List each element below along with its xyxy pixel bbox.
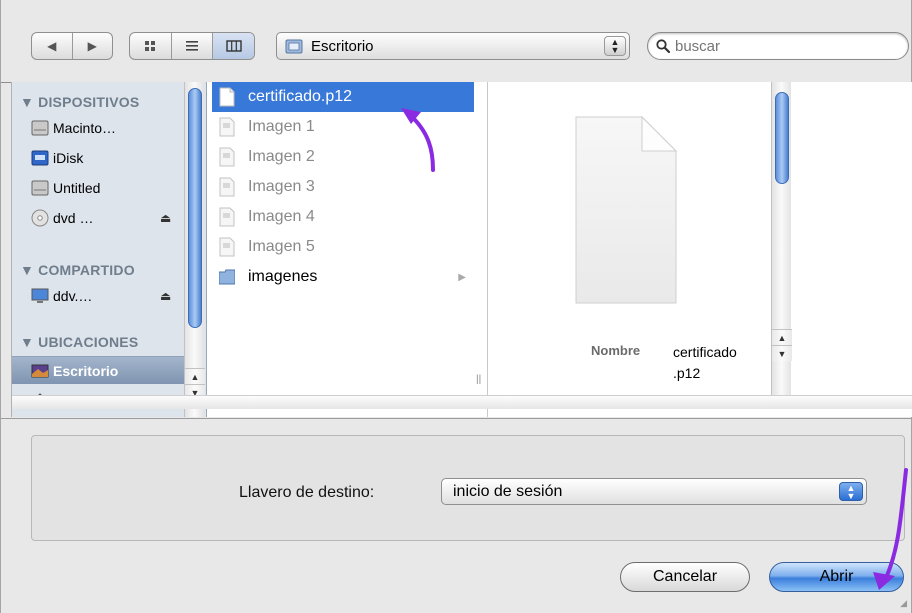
back-arrow-icon: ◀ <box>47 39 57 53</box>
file-item-imagen-1: Imagen 1 <box>212 112 474 142</box>
toolbar: ◀ ▶ Escritorio ▲ ▼ buscar <box>1 0 912 82</box>
file-column: certificado.p12 Imagen 1 Imagen 2 Imagen… <box>208 82 488 417</box>
file-item-imagen-4: Imagen 4 <box>212 202 474 232</box>
keychain-selected-value: inicio de sesión <box>453 482 563 500</box>
file-item-imagen-5: Imagen 5 <box>212 232 474 262</box>
view-mode-control <box>129 32 255 60</box>
open-dialog-window: ◀ ▶ Escritorio ▲ ▼ buscar ▼ DISPOSITIVOS… <box>0 0 912 613</box>
sidebar-item-dvd[interactable]: dvd … ⏏ <box>12 204 184 232</box>
file-item-imagenes-folder[interactable]: imagenes ▶ <box>212 262 474 292</box>
file-item-imagen-3: Imagen 3 <box>212 172 474 202</box>
sidebar-item-idisk[interactable]: iDisk <box>12 144 184 172</box>
disclosure-triangle-icon: ▼ <box>20 334 39 350</box>
sidebar: ▼ DISPOSITIVOS Macinto… iDisk Untitled d… <box>12 82 207 417</box>
keychain-select[interactable]: inicio de sesión ▲ ▼ <box>441 478 867 505</box>
sidebar-item-escritorio[interactable]: Escritorio <box>12 356 184 384</box>
column-view-button[interactable] <box>213 33 254 59</box>
folder-icon <box>219 269 235 285</box>
icon-view-button[interactable] <box>130 33 172 59</box>
sidebar-section-devices[interactable]: ▼ DISPOSITIVOS <box>20 94 139 110</box>
location-popup[interactable]: Escritorio ▲ ▼ <box>276 32 630 60</box>
location-label: Escritorio <box>311 37 374 55</box>
document-icon <box>219 87 235 107</box>
popup-stepper-icon: ▲ ▼ <box>604 36 626 56</box>
image-file-icon <box>219 147 235 167</box>
list-view-button[interactable] <box>172 33 214 59</box>
preview-name-value: certificado .p12 <box>673 344 737 381</box>
column-view-icon <box>225 40 242 52</box>
disclosure-triangle-icon: ▼ <box>20 262 39 278</box>
file-item-certificado[interactable]: certificado.p12 <box>212 82 474 112</box>
hard-drive-icon <box>31 180 49 196</box>
back-button[interactable]: ◀ <box>32 33 73 59</box>
preview-pane: Nombre certificado .p12 || ▲ ▼ <box>489 82 794 417</box>
search-field[interactable] <box>647 32 909 60</box>
image-file-icon <box>219 177 235 197</box>
disclosure-triangle-icon: ▼ <box>20 94 39 110</box>
hard-drive-icon <box>31 120 49 136</box>
eject-icon[interactable]: ⏏ <box>160 211 171 225</box>
keychain-label: Llavero de destino: <box>239 484 375 501</box>
file-item-imagen-2: Imagen 2 <box>212 142 474 172</box>
preview-scrollbar[interactable]: ▲ ▼ <box>771 82 792 400</box>
forward-button[interactable]: ▶ <box>73 33 113 59</box>
scroll-up-arrow-icon[interactable]: ▲ <box>772 329 792 345</box>
dvd-icon <box>31 209 49 227</box>
image-file-icon <box>219 117 235 137</box>
popup-stepper-icon: ▲ ▼ <box>839 482 863 501</box>
image-file-icon <box>219 207 235 227</box>
icon-view-icon <box>145 41 156 51</box>
keychain-accessory-panel: Llavero de destino: inicio de sesión ▲ ▼ <box>31 435 905 541</box>
sidebar-scroll-thumb[interactable] <box>188 88 202 328</box>
eject-icon[interactable]: ⏏ <box>160 289 171 303</box>
scroll-down-arrow-icon[interactable]: ▼ <box>772 345 792 361</box>
back-forward-control: ◀ ▶ <box>31 32 113 60</box>
sidebar-scrollbar[interactable]: ▲ ▼ <box>184 82 205 417</box>
sidebar-item-macintosh[interactable]: Macinto… <box>12 114 184 142</box>
horizontal-scrollbar[interactable] <box>12 395 912 409</box>
scroll-up-arrow-icon[interactable]: ▲ <box>185 368 205 384</box>
document-preview-icon <box>575 115 678 304</box>
cancel-button[interactable]: Cancelar <box>620 562 750 592</box>
open-button[interactable]: Abrir <box>769 562 904 592</box>
sidebar-section-shared[interactable]: ▼ COMPARTIDO <box>20 262 135 278</box>
search-input[interactable] <box>673 36 873 56</box>
list-view-icon <box>186 41 198 51</box>
column-resize-handle[interactable]: || <box>476 374 481 385</box>
image-file-icon <box>219 237 235 257</box>
browser-bottom-divider <box>1 418 912 419</box>
forward-arrow-icon: ▶ <box>87 39 97 53</box>
desktop-icon <box>31 364 49 378</box>
sidebar-item-ddv[interactable]: ddv.… ⏏ <box>12 282 184 310</box>
network-computer-icon <box>31 288 49 303</box>
file-browser: ▼ DISPOSITIVOS Macinto… iDisk Untitled d… <box>11 82 912 417</box>
resize-grip-icon[interactable]: ◢ <box>900 598 907 609</box>
preview-scroll-thumb[interactable] <box>775 92 789 184</box>
preview-name-key: Nombre <box>591 343 641 358</box>
search-icon <box>656 39 670 53</box>
disclosure-arrow-icon: ▶ <box>458 271 466 283</box>
sidebar-item-untitled[interactable]: Untitled <box>12 174 184 202</box>
desktop-folder-icon <box>285 39 303 54</box>
idisk-icon <box>31 150 49 166</box>
sidebar-section-places[interactable]: ▼ UBICACIONES <box>20 334 138 350</box>
